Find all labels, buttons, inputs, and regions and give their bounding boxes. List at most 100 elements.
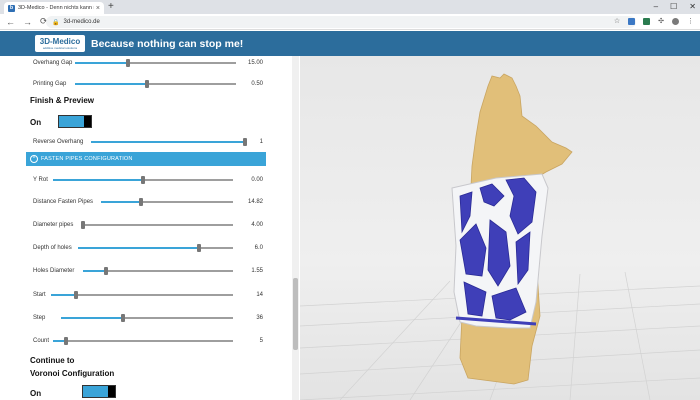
profile-avatar[interactable] — [672, 18, 679, 25]
url-field[interactable]: 🔒 3d-medico.de — [46, 16, 636, 28]
slider-thumb[interactable] — [81, 221, 85, 229]
slider-label: Reverse Overhang — [33, 139, 84, 145]
lock-icon: 🔒 — [52, 19, 60, 26]
slider-thumb[interactable] — [104, 267, 108, 275]
slider-value: 4.00 — [251, 222, 263, 228]
fasten-slider-row: Step 36 — [33, 314, 263, 325]
slider-value: 1.55 — [251, 268, 263, 274]
slider-label: Start — [33, 292, 46, 298]
slider-fill — [75, 83, 147, 85]
slider-thumb[interactable] — [64, 337, 68, 345]
voronoi-title-line1: Continue to — [30, 356, 75, 365]
slider-value: 0.50 — [251, 81, 263, 87]
forward-icon[interactable]: → — [23, 17, 32, 27]
close-tab-icon[interactable]: × — [96, 5, 100, 12]
slider-track[interactable] — [83, 267, 233, 275]
extension-shield-icon[interactable] — [628, 18, 636, 25]
favicon-icon: b — [8, 4, 15, 12]
slider-track[interactable] — [101, 198, 233, 206]
slider-track[interactable] — [75, 59, 236, 67]
browser-tab[interactable]: b 3D-Medico - Denn nichts kann m × — [4, 2, 104, 14]
window-close-icon[interactable]: ✕ — [689, 0, 696, 14]
scrollbar-thumb[interactable] — [293, 278, 298, 350]
slider-thumb[interactable] — [141, 176, 145, 184]
slider-value: 0.00 — [251, 177, 263, 183]
slider-track[interactable] — [78, 244, 233, 252]
toggle-knob — [84, 116, 91, 127]
slider-fill — [53, 179, 143, 181]
slider-label: Step — [33, 315, 46, 321]
slider-thumb[interactable] — [121, 314, 125, 322]
slider-fill — [91, 141, 245, 143]
fasten-pipes-section-header[interactable]: ^ FASTEN PIPES CONFIGURATION — [26, 152, 266, 166]
browser-menu-icon[interactable]: ⋮ — [687, 16, 694, 28]
top-slider-row: Printing Gap 0.50 — [33, 80, 263, 91]
fasten-slider-row: Holes Diameter 1.55 — [33, 267, 263, 278]
fasten-slider-row: Y Rot 0.00 — [33, 176, 263, 187]
back-icon[interactable]: ← — [6, 17, 15, 27]
config-panel-content: Finish & Preview On ^ FASTEN PIPES CONFI… — [0, 56, 266, 400]
chevron-up-icon: ^ — [30, 155, 38, 163]
address-bar: ← → ⟳ 🔒 3d-medico.de ☆ ✣ ⋮ — [0, 14, 700, 30]
slider-track[interactable] — [91, 138, 247, 146]
reverse-overhang-slider-row: Reverse Overhang 1 — [33, 138, 263, 149]
top-slider-row: Overhang Gap 15.00 — [33, 59, 263, 70]
slider-label: Holes Diameter — [33, 268, 75, 274]
slider-track[interactable] — [51, 291, 233, 299]
slider-track[interactable] — [61, 314, 233, 322]
finish-preview-toggle[interactable] — [58, 115, 92, 128]
logo[interactable]: 3D-Medico additive medical solutions — [35, 35, 85, 52]
extension-icon[interactable] — [643, 18, 651, 25]
bookmark-star-icon[interactable]: ☆ — [614, 16, 620, 28]
slider-thumb[interactable] — [197, 244, 201, 252]
slider-thumb[interactable] — [126, 59, 130, 67]
toggle-knob — [108, 386, 115, 397]
voronoi-toggle[interactable] — [82, 385, 116, 398]
slider-value: 14.82 — [247, 199, 263, 205]
app-header: 3D-Medico additive medical solutions Bec… — [0, 31, 700, 56]
maximize-icon[interactable]: ☐ — [670, 0, 677, 14]
fasten-slider-row: Depth of holes 6.0 — [33, 244, 263, 255]
slider-thumb[interactable] — [243, 138, 247, 146]
slider-thumb[interactable] — [139, 198, 143, 206]
extensions-puzzle-icon[interactable]: ✣ — [658, 16, 664, 28]
panel-scrollbar[interactable] — [292, 56, 299, 400]
slider-value: 5 — [259, 338, 263, 344]
slider-track[interactable] — [53, 176, 233, 184]
finish-on-label: On — [30, 118, 42, 127]
fasten-slider-row: Count 5 — [33, 337, 263, 348]
url-text: 3d-medico.de — [63, 19, 100, 25]
browser-tab-bar: b 3D-Medico - Denn nichts kann m × + – ☐… — [0, 0, 700, 14]
slider-thumb[interactable] — [74, 291, 78, 299]
slider-track[interactable] — [53, 337, 233, 345]
config-panel: Finish & Preview On ^ FASTEN PIPES CONFI… — [0, 56, 300, 400]
tab-title: 3D-Medico - Denn nichts kann m — [18, 5, 94, 11]
fasten-slider-row: Distance Fasten Pipes 14.82 — [33, 198, 263, 209]
slider-label: Overhang Gap — [33, 60, 73, 66]
slider-label: Count — [33, 338, 50, 344]
slider-fill — [83, 270, 106, 272]
3d-scene[interactable] — [300, 56, 700, 400]
3d-viewport[interactable] — [300, 56, 700, 400]
slider-label: Distance Fasten Pipes — [33, 199, 94, 205]
new-tab-button[interactable]: + — [108, 1, 114, 12]
slider-fill — [75, 62, 128, 64]
slider-thumb[interactable] — [145, 80, 149, 88]
slider-fill — [51, 294, 76, 296]
slider-fill — [61, 317, 123, 319]
slider-track[interactable] — [81, 221, 233, 229]
slider-fill — [101, 201, 141, 203]
slider-track[interactable] — [75, 80, 236, 88]
slider-label: Printing Gap — [33, 81, 67, 87]
slider-value: 36 — [256, 315, 263, 321]
finish-preview-title: Finish & Preview — [30, 96, 95, 105]
slider-fill — [78, 247, 199, 249]
slogan: Because nothing can stop me! — [91, 37, 244, 50]
minimize-icon[interactable]: – — [654, 0, 658, 14]
slider-value: 14 — [256, 292, 263, 298]
voronoi-on-label: On — [30, 389, 42, 398]
slider-value: 6.0 — [254, 245, 263, 251]
fasten-slider-row: Diameter pipes 4.00 — [33, 221, 263, 232]
slider-value: 1 — [259, 139, 263, 145]
slider-label: Diameter pipes — [33, 222, 74, 228]
